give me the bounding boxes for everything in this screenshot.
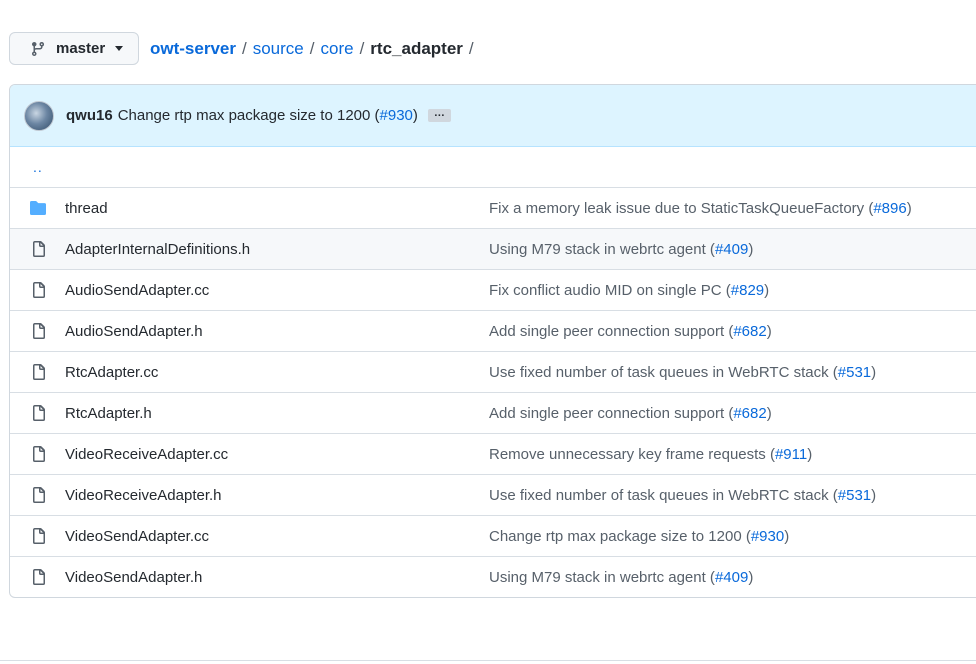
git-branch-icon: [30, 41, 46, 57]
file-row[interactable]: AudioSendAdapter.cc Fix conflict audio MI…: [10, 269, 976, 310]
commit-message[interactable]: Change rtp max package size to 1200 (#93…: [118, 107, 418, 124]
breadcrumb-repo-link[interactable]: owt-server: [150, 39, 236, 58]
commit-message-end: ): [748, 568, 754, 586]
branch-label: master: [56, 40, 106, 57]
last-commit-message[interactable]: Fix a memory leak issue due to StaticTas…: [489, 200, 912, 217]
folder-name-link[interactable]: thread: [65, 200, 108, 217]
breadcrumb: owt-server / source / core / rtc_adapter /: [150, 38, 480, 60]
last-commit-message[interactable]: Using M79 stack in webrtc agent (#409): [489, 241, 753, 258]
file-icon: [29, 323, 47, 339]
file-name-link[interactable]: VideoSendAdapter.cc: [65, 528, 209, 545]
file-row[interactable]: RtcAdapter.h Add single peer connection s…: [10, 392, 976, 433]
commit-message-text: Change rtp max package size to 1200 (: [489, 527, 751, 545]
file-row[interactable]: AudioSendAdapter.h Add single peer connec…: [10, 310, 976, 351]
commit-message-end: ): [906, 199, 912, 217]
commit-pr-link[interactable]: #829: [731, 282, 764, 299]
file-icon: [29, 364, 47, 380]
last-commit-message[interactable]: Add single peer connection support (#682…: [489, 405, 772, 422]
branch-select-button[interactable]: master: [9, 32, 139, 65]
file-row[interactable]: VideoSendAdapter.cc Change rtp max packag…: [10, 515, 976, 556]
commit-message-text: Using M79 stack in webrtc agent (: [489, 240, 715, 258]
commit-message-end: ): [784, 527, 790, 545]
file-row[interactable]: VideoReceiveAdapter.cc Remove unnecessary…: [10, 433, 976, 474]
file-icon: [29, 241, 47, 257]
commit-message-text: Using M79 stack in webrtc agent (: [489, 568, 715, 586]
last-commit-message[interactable]: Add single peer connection support (#682…: [489, 323, 772, 340]
commit-pr-link[interactable]: #930: [751, 528, 784, 545]
breadcrumb-link-core[interactable]: core: [320, 39, 353, 58]
caret-down-icon: [115, 46, 124, 51]
file-row[interactable]: RtcAdapter.cc Use fixed number of task qu…: [10, 351, 976, 392]
commit-pr-link[interactable]: #896: [873, 200, 906, 217]
file-name-link[interactable]: AudioSendAdapter.cc: [65, 282, 209, 299]
commit-message-text: Add single peer connection support (: [489, 322, 734, 340]
folder-row[interactable]: thread Fix a memory leak issue due to Sta…: [10, 187, 976, 228]
breadcrumb-current: rtc_adapter: [370, 39, 463, 58]
last-commit-message[interactable]: Remove unnecessary key frame requests (#…: [489, 446, 812, 463]
file-icon: [29, 487, 47, 503]
folder-icon: [29, 200, 47, 216]
commit-pr-link[interactable]: #409: [715, 569, 748, 586]
commit-message-end: ): [748, 240, 754, 258]
commit-message-end: ): [764, 281, 770, 299]
commit-message-text: Fix conflict audio MID on single PC (: [489, 281, 731, 299]
commit-message-end: ): [871, 363, 877, 381]
commit-message-end: ): [412, 107, 418, 124]
commit-pr-link[interactable]: #531: [838, 487, 871, 504]
last-commit-message[interactable]: Change rtp max package size to 1200 (#93…: [489, 528, 789, 545]
commit-message-end: ): [871, 486, 877, 504]
commit-message-text: Use fixed number of task queues in WebRT…: [489, 486, 838, 504]
file-icon: [29, 569, 47, 585]
breadcrumb-separator: /: [309, 39, 315, 58]
latest-commit-bar: qwu16 Change rtp max package size to 120…: [10, 85, 976, 147]
file-row[interactable]: AdapterInternalDefinitions.h Using M79 st…: [10, 228, 976, 269]
commit-pr-link[interactable]: #682: [733, 323, 766, 340]
divider: [0, 660, 976, 661]
file-row[interactable]: VideoSendAdapter.h Using M79 stack in web…: [10, 556, 976, 597]
commit-pr-link[interactable]: #911: [775, 446, 807, 463]
commit-message-end: ): [766, 322, 772, 340]
parent-dir-link[interactable]: ..: [33, 159, 43, 175]
file-name-link[interactable]: RtcAdapter.cc: [65, 364, 158, 381]
breadcrumb-link-source[interactable]: source: [253, 39, 304, 58]
commit-pr-link[interactable]: #531: [838, 364, 871, 381]
file-name-link[interactable]: VideoReceiveAdapter.h: [65, 487, 222, 504]
file-name-link[interactable]: RtcAdapter.h: [65, 405, 152, 422]
last-commit-message[interactable]: Use fixed number of task queues in WebRT…: [489, 487, 876, 504]
commit-message-end: ): [807, 445, 813, 463]
file-name-link[interactable]: AdapterInternalDefinitions.h: [65, 241, 250, 258]
file-name-link[interactable]: VideoReceiveAdapter.cc: [65, 446, 228, 463]
file-icon: [29, 446, 47, 462]
file-list-box: qwu16 Change rtp max package size to 120…: [9, 84, 976, 598]
breadcrumb-separator: /: [468, 39, 474, 58]
file-row[interactable]: VideoReceiveAdapter.h Use fixed number of…: [10, 474, 976, 515]
commit-pr-link[interactable]: #930: [380, 107, 413, 124]
file-icon: [29, 528, 47, 544]
file-icon: [29, 282, 47, 298]
breadcrumb-separator: /: [241, 39, 247, 58]
parent-dir-row[interactable]: ..: [10, 147, 976, 187]
file-icon: [29, 405, 47, 421]
commit-message-text: Fix a memory leak issue due to StaticTas…: [489, 199, 874, 217]
expand-commit-button[interactable]: …: [427, 108, 451, 122]
commit-message-end: ): [766, 404, 772, 422]
breadcrumb-separator: /: [359, 39, 365, 58]
commit-pr-link[interactable]: #409: [715, 241, 748, 258]
commit-message-text: Add single peer connection support (: [489, 404, 734, 422]
file-name-link[interactable]: AudioSendAdapter.h: [65, 323, 203, 340]
commit-author-link[interactable]: qwu16: [66, 107, 113, 124]
last-commit-message[interactable]: Fix conflict audio MID on single PC (#82…: [489, 282, 769, 299]
commit-message-text: Remove unnecessary key frame requests (: [489, 445, 775, 463]
commit-pr-link[interactable]: #682: [733, 405, 766, 422]
avatar[interactable]: [24, 100, 54, 131]
file-name-link[interactable]: VideoSendAdapter.h: [65, 569, 202, 586]
commit-message-text: Change rtp max package size to 1200 (: [117, 107, 380, 124]
last-commit-message[interactable]: Use fixed number of task queues in WebRT…: [489, 364, 876, 381]
last-commit-message[interactable]: Using M79 stack in webrtc agent (#409): [489, 569, 753, 586]
commit-message-text: Use fixed number of task queues in WebRT…: [489, 363, 838, 381]
